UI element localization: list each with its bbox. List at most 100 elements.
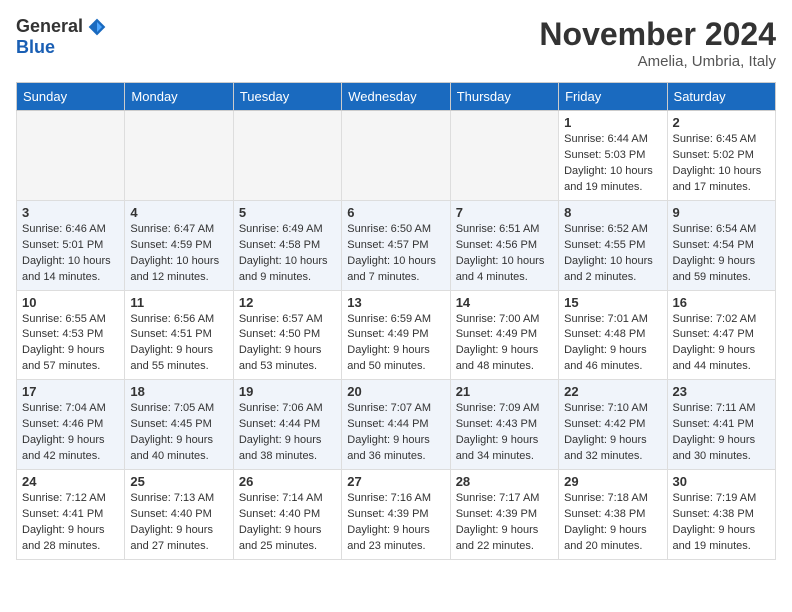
- day-info: Sunrise: 6:56 AM Sunset: 4:51 PM Dayligh…: [130, 312, 227, 376]
- day-number: 4: [130, 205, 227, 220]
- logo: General Blue: [16, 16, 107, 58]
- logo-general-text: General: [16, 16, 83, 37]
- day-number: 19: [239, 384, 336, 399]
- calendar-cell: 15Sunrise: 7:01 AM Sunset: 4:48 PM Dayli…: [559, 290, 667, 380]
- day-number: 7: [456, 205, 553, 220]
- calendar-cell: 21 Sunrise: 7:09 AM Sunset: 4:43 PM Dayli…: [450, 380, 558, 470]
- day-info: Sunrise: 6:45 AM Sunset: 5:02 PM Dayligh…: [673, 132, 770, 196]
- day-of-week-header: Thursday: [450, 83, 558, 111]
- day-info: Sunrise: 7:06 AM Sunset: 4:44 PM Dayligh…: [239, 401, 336, 465]
- day-of-week-header: Tuesday: [233, 83, 341, 111]
- day-info: Sunrise: 7:09 AM Sunset: 4:43 PM Dayligh…: [456, 401, 553, 465]
- calendar-week-row: 10 Sunrise: 6:55 AM Sunset: 4:53 PM Dayli…: [17, 290, 776, 380]
- calendar-cell: 2Sunrise: 6:45 AM Sunset: 5:02 PM Daylig…: [667, 111, 775, 201]
- day-number: 28: [456, 474, 553, 489]
- day-info: Sunrise: 7:17 AM Sunset: 4:39 PM Dayligh…: [456, 491, 553, 555]
- calendar-cell: 10 Sunrise: 6:55 AM Sunset: 4:53 PM Dayli…: [17, 290, 125, 380]
- day-number: 30: [673, 474, 770, 489]
- day-info: Sunrise: 7:14 AM Sunset: 4:40 PM Dayligh…: [239, 491, 336, 555]
- calendar-cell: 14 Sunrise: 7:00 AM Sunset: 4:49 PM Dayli…: [450, 290, 558, 380]
- calendar-cell: 19 Sunrise: 7:06 AM Sunset: 4:44 PM Dayli…: [233, 380, 341, 470]
- calendar-cell: [342, 111, 450, 201]
- day-number: 10: [22, 295, 119, 310]
- calendar-cell: 3 Sunrise: 6:46 AM Sunset: 5:01 PM Daylig…: [17, 200, 125, 290]
- day-info: Sunrise: 7:04 AM Sunset: 4:46 PM Dayligh…: [22, 401, 119, 465]
- day-info: Sunrise: 6:44 AM Sunset: 5:03 PM Dayligh…: [564, 132, 661, 196]
- day-info: Sunrise: 7:05 AM Sunset: 4:45 PM Dayligh…: [130, 401, 227, 465]
- calendar-cell: 16Sunrise: 7:02 AM Sunset: 4:47 PM Dayli…: [667, 290, 775, 380]
- day-info: Sunrise: 7:11 AM Sunset: 4:41 PM Dayligh…: [673, 401, 770, 465]
- day-info: Sunrise: 7:00 AM Sunset: 4:49 PM Dayligh…: [456, 312, 553, 376]
- calendar-cell: 23 Sunrise: 7:11 AM Sunset: 4:41 PM Dayli…: [667, 380, 775, 470]
- day-number: 21: [456, 384, 553, 399]
- day-number: 17: [22, 384, 119, 399]
- calendar-cell: 6Sunrise: 6:50 AM Sunset: 4:57 PM Daylig…: [342, 200, 450, 290]
- day-number: 5: [239, 205, 336, 220]
- day-info: Sunrise: 7:07 AM Sunset: 4:44 PM Dayligh…: [347, 401, 444, 465]
- calendar-week-row: 24Sunrise: 7:12 AM Sunset: 4:41 PM Dayli…: [17, 470, 776, 560]
- calendar-cell: 28 Sunrise: 7:17 AM Sunset: 4:39 PM Dayli…: [450, 470, 558, 560]
- month-title: November 2024: [539, 16, 776, 53]
- day-number: 20: [347, 384, 444, 399]
- day-info: Sunrise: 7:10 AM Sunset: 4:42 PM Dayligh…: [564, 401, 661, 465]
- page-header: General Blue November 2024 Amelia, Umbri…: [16, 16, 776, 70]
- day-number: 25: [130, 474, 227, 489]
- calendar-cell: 20 Sunrise: 7:07 AM Sunset: 4:44 PM Dayli…: [342, 380, 450, 470]
- day-info: Sunrise: 6:46 AM Sunset: 5:01 PM Dayligh…: [22, 222, 119, 286]
- day-number: 14: [456, 295, 553, 310]
- day-number: 16: [673, 295, 770, 310]
- calendar-cell: 29Sunrise: 7:18 AM Sunset: 4:38 PM Dayli…: [559, 470, 667, 560]
- day-number: 11: [130, 295, 227, 310]
- calendar-cell: 7Sunrise: 6:51 AM Sunset: 4:56 PM Daylig…: [450, 200, 558, 290]
- calendar-cell: 12 Sunrise: 6:57 AM Sunset: 4:50 PM Dayli…: [233, 290, 341, 380]
- calendar-cell: 18 Sunrise: 7:05 AM Sunset: 4:45 PM Dayli…: [125, 380, 233, 470]
- day-number: 27: [347, 474, 444, 489]
- day-info: Sunrise: 6:55 AM Sunset: 4:53 PM Dayligh…: [22, 312, 119, 376]
- calendar-cell: 17 Sunrise: 7:04 AM Sunset: 4:46 PM Dayli…: [17, 380, 125, 470]
- calendar-cell: 9Sunrise: 6:54 AM Sunset: 4:54 PM Daylig…: [667, 200, 775, 290]
- day-number: 23: [673, 384, 770, 399]
- calendar-cell: 5Sunrise: 6:49 AM Sunset: 4:58 PM Daylig…: [233, 200, 341, 290]
- calendar-cell: 26 Sunrise: 7:14 AM Sunset: 4:40 PM Dayli…: [233, 470, 341, 560]
- day-info: Sunrise: 6:59 AM Sunset: 4:49 PM Dayligh…: [347, 312, 444, 376]
- calendar-cell: 27 Sunrise: 7:16 AM Sunset: 4:39 PM Dayli…: [342, 470, 450, 560]
- calendar-cell: 1 Sunrise: 6:44 AM Sunset: 5:03 PM Daylig…: [559, 111, 667, 201]
- calendar-header-row: SundayMondayTuesdayWednesdayThursdayFrid…: [17, 83, 776, 111]
- day-number: 29: [564, 474, 661, 489]
- logo-blue-text: Blue: [16, 37, 55, 57]
- calendar-cell: 25 Sunrise: 7:13 AM Sunset: 4:40 PM Dayli…: [125, 470, 233, 560]
- day-number: 12: [239, 295, 336, 310]
- calendar-cell: 4Sunrise: 6:47 AM Sunset: 4:59 PM Daylig…: [125, 200, 233, 290]
- day-info: Sunrise: 6:52 AM Sunset: 4:55 PM Dayligh…: [564, 222, 661, 286]
- day-number: 18: [130, 384, 227, 399]
- calendar-cell: [125, 111, 233, 201]
- day-of-week-header: Wednesday: [342, 83, 450, 111]
- calendar-cell: 11 Sunrise: 6:56 AM Sunset: 4:51 PM Dayli…: [125, 290, 233, 380]
- day-info: Sunrise: 7:19 AM Sunset: 4:38 PM Dayligh…: [673, 491, 770, 555]
- day-number: 22: [564, 384, 661, 399]
- day-number: 13: [347, 295, 444, 310]
- day-info: Sunrise: 7:13 AM Sunset: 4:40 PM Dayligh…: [130, 491, 227, 555]
- day-info: Sunrise: 6:50 AM Sunset: 4:57 PM Dayligh…: [347, 222, 444, 286]
- day-info: Sunrise: 6:57 AM Sunset: 4:50 PM Dayligh…: [239, 312, 336, 376]
- calendar-cell: 13 Sunrise: 6:59 AM Sunset: 4:49 PM Dayli…: [342, 290, 450, 380]
- day-number: 3: [22, 205, 119, 220]
- calendar-week-row: 1 Sunrise: 6:44 AM Sunset: 5:03 PM Daylig…: [17, 111, 776, 201]
- calendar-cell: [233, 111, 341, 201]
- day-of-week-header: Friday: [559, 83, 667, 111]
- day-info: Sunrise: 7:16 AM Sunset: 4:39 PM Dayligh…: [347, 491, 444, 555]
- calendar-cell: 8 Sunrise: 6:52 AM Sunset: 4:55 PM Daylig…: [559, 200, 667, 290]
- calendar-cell: 22 Sunrise: 7:10 AM Sunset: 4:42 PM Dayli…: [559, 380, 667, 470]
- title-section: November 2024 Amelia, Umbria, Italy: [539, 16, 776, 70]
- calendar-week-row: 17 Sunrise: 7:04 AM Sunset: 4:46 PM Dayli…: [17, 380, 776, 470]
- calendar-table: SundayMondayTuesdayWednesdayThursdayFrid…: [16, 82, 776, 560]
- day-number: 9: [673, 205, 770, 220]
- calendar-cell: [450, 111, 558, 201]
- calendar-week-row: 3 Sunrise: 6:46 AM Sunset: 5:01 PM Daylig…: [17, 200, 776, 290]
- day-number: 26: [239, 474, 336, 489]
- day-number: 1: [564, 115, 661, 130]
- day-of-week-header: Sunday: [17, 83, 125, 111]
- calendar-cell: [17, 111, 125, 201]
- day-number: 8: [564, 205, 661, 220]
- day-number: 24: [22, 474, 119, 489]
